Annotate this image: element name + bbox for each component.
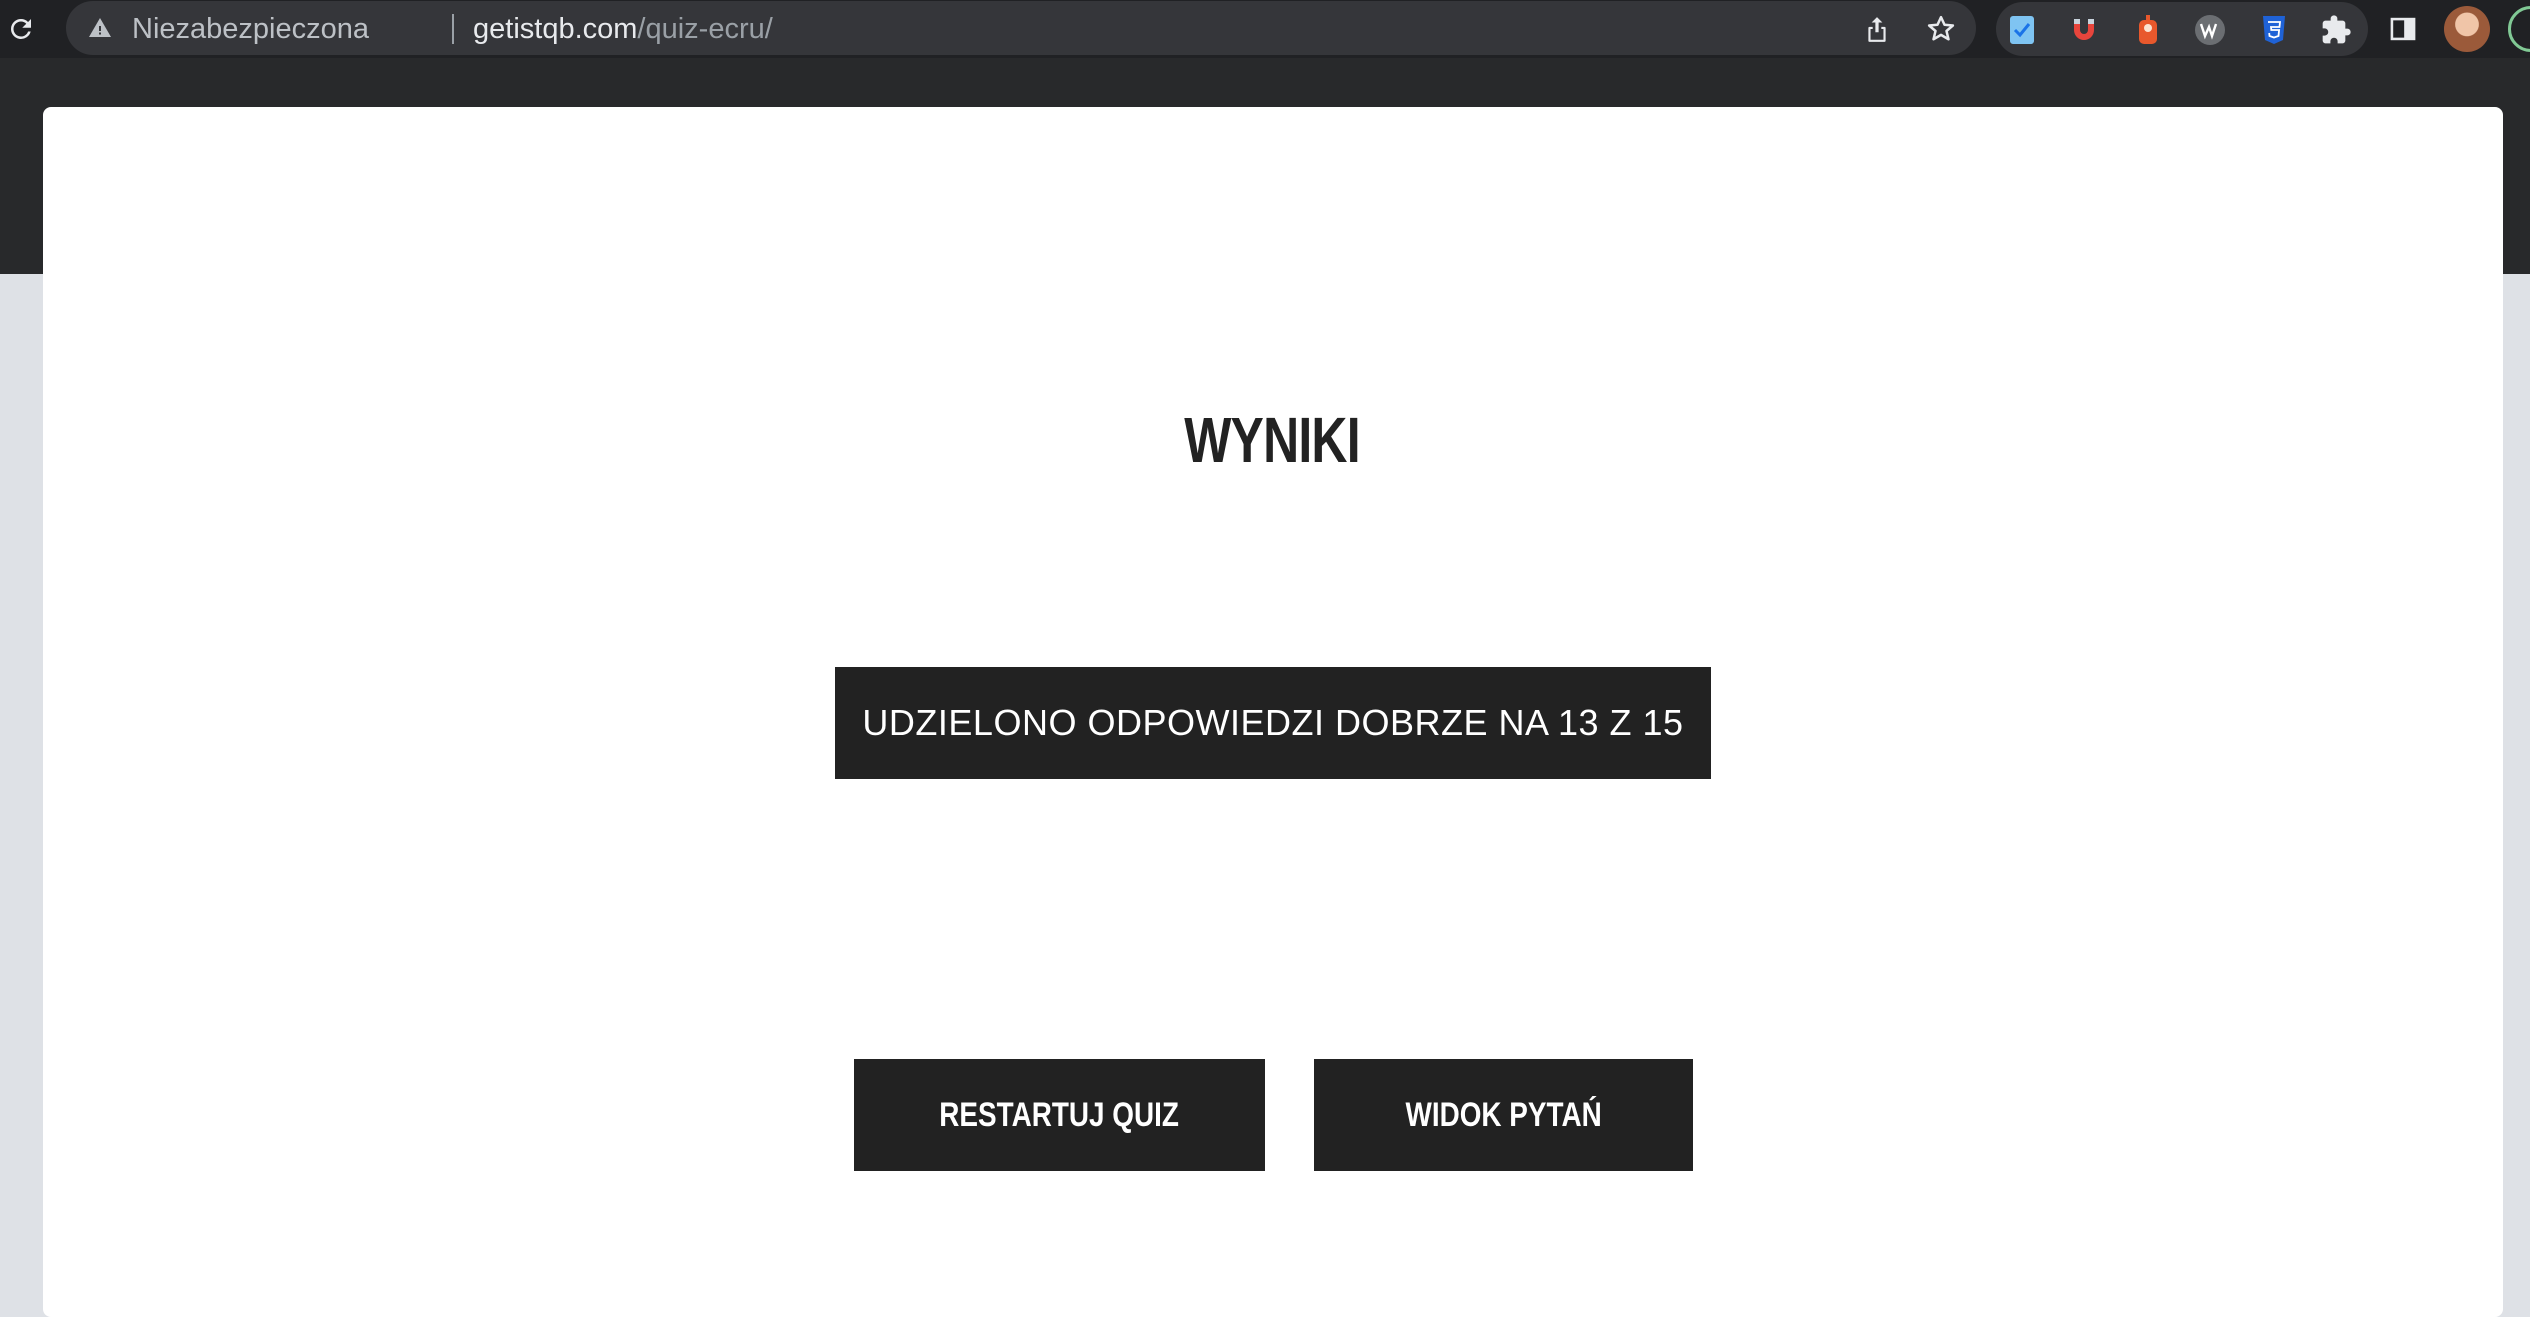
view-questions-label: WIDOK PYTAŃ xyxy=(1405,1095,1602,1134)
url-text[interactable]: getistqb.com/quiz-ecru/ xyxy=(473,13,773,46)
bot-extension-icon[interactable] xyxy=(2132,14,2164,46)
security-status-label[interactable]: Niezabezpieczona xyxy=(132,13,369,46)
profile-avatar[interactable] xyxy=(2444,6,2490,52)
warning-icon[interactable] xyxy=(88,16,112,40)
restart-quiz-button[interactable]: RESTARTUJ QUIZ xyxy=(854,1059,1265,1171)
url-host: getistqb.com xyxy=(473,13,638,45)
magnet-extension-icon[interactable] xyxy=(2068,14,2100,46)
address-bar[interactable]: Niezabezpieczona getistqb.com/quiz-ecru/ xyxy=(66,1,1976,55)
browser-toolbar: Niezabezpieczona getistqb.com/quiz-ecru/ xyxy=(0,0,2530,58)
share-icon[interactable] xyxy=(1862,14,1892,44)
bookmark-star-icon[interactable] xyxy=(1926,14,1956,44)
address-separator xyxy=(452,14,454,44)
restart-quiz-label: RESTARTUJ QUIZ xyxy=(939,1095,1180,1134)
score-summary: UDZIELONO ODPOWIEDZI DOBRZE NA 13 Z 15 xyxy=(835,667,1711,779)
wv-extension-icon[interactable] xyxy=(2194,14,2226,46)
css-extension-icon[interactable] xyxy=(2258,14,2290,46)
checklist-extension-icon[interactable] xyxy=(2006,14,2038,46)
side-panel-icon[interactable] xyxy=(2388,14,2418,44)
profile-status-ring xyxy=(2508,6,2530,52)
url-path: /quiz-ecru/ xyxy=(637,13,773,45)
extensions-puzzle-icon[interactable] xyxy=(2320,14,2352,46)
view-questions-button[interactable]: WIDOK PYTAŃ xyxy=(1314,1059,1693,1171)
extensions-area xyxy=(1996,2,2368,56)
results-title: WYNIKI xyxy=(1184,404,1360,476)
reload-icon[interactable] xyxy=(2,10,40,48)
